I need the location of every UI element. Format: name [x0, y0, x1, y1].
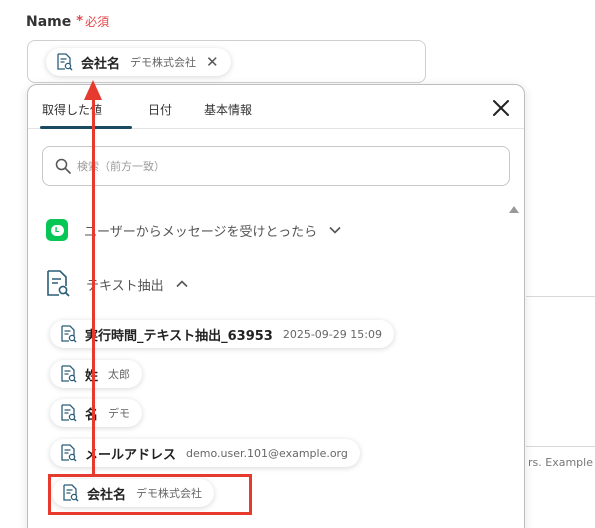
chip-close-icon[interactable]: ✕ [206, 54, 219, 70]
required-star: * [76, 14, 84, 29]
search-box[interactable] [42, 146, 510, 186]
active-tab-indicator [40, 126, 132, 129]
chevron-down-icon [329, 226, 341, 234]
background-divider [526, 296, 595, 297]
section-line-trigger[interactable]: L ユーザーからメッセージを受けとったら [46, 219, 341, 241]
tab-date[interactable]: 日付 [148, 101, 172, 118]
value-item[interactable]: 姓 太郎 [50, 360, 143, 388]
section-label: テキスト抽出 [86, 278, 164, 294]
value-item[interactable]: 名 デモ [50, 399, 143, 427]
required-text: 必須 [85, 15, 110, 29]
document-search-icon [47, 270, 70, 297]
tab-basic-info[interactable]: 基本情報 [204, 101, 252, 118]
field-label: Name * 必須 [26, 13, 109, 30]
tab-bar: 取得した値 日付 基本情報 [28, 85, 524, 129]
background-text: rs. Example [528, 456, 593, 469]
field-label-text: Name [26, 13, 72, 30]
item-value: デモ [108, 407, 131, 420]
annotation-arrow-line [92, 97, 95, 477]
name-field[interactable]: 会社名 デモ株式会社 ✕ [27, 40, 426, 83]
value-item[interactable]: 実行時間_テキスト抽出_63953 2025-09-29 15:09 [50, 320, 394, 348]
item-value: 2025-09-29 15:09 [282, 327, 382, 341]
document-search-icon [61, 404, 77, 422]
chip-value: デモ株式会社 [130, 56, 197, 69]
item-label: 実行時間_テキスト抽出_63953 [85, 328, 273, 344]
chip-label: 会社名 [81, 56, 121, 72]
value-item[interactable]: メールアドレス demo.user.101@example.org [50, 439, 360, 467]
search-icon [55, 158, 71, 174]
item-label: メールアドレス [85, 447, 177, 463]
scroll-up-arrow-icon[interactable] [509, 206, 519, 213]
selected-value-chip[interactable]: 会社名 デモ株式会社 ✕ [46, 48, 231, 76]
value-picker-panel: 取得した値 日付 基本情報 L ユーザーからメッセージを受けとったら [27, 84, 525, 528]
close-icon[interactable] [492, 99, 510, 117]
item-value: demo.user.101@example.org [186, 446, 348, 460]
search-input[interactable] [77, 159, 477, 173]
item-value: 太郎 [108, 368, 131, 381]
document-search-icon [57, 53, 73, 71]
document-search-icon [61, 365, 77, 383]
highlight-annotation [48, 474, 252, 515]
line-app-icon: L [46, 219, 68, 241]
chevron-up-icon [176, 280, 188, 288]
annotation-arrow-head-icon [84, 80, 102, 100]
background-divider [526, 446, 595, 447]
section-label: ユーザーからメッセージを受けとったら [84, 224, 318, 240]
document-search-icon [61, 444, 77, 462]
section-text-extraction[interactable]: テキスト抽出 [46, 270, 188, 298]
document-search-icon [61, 325, 77, 343]
